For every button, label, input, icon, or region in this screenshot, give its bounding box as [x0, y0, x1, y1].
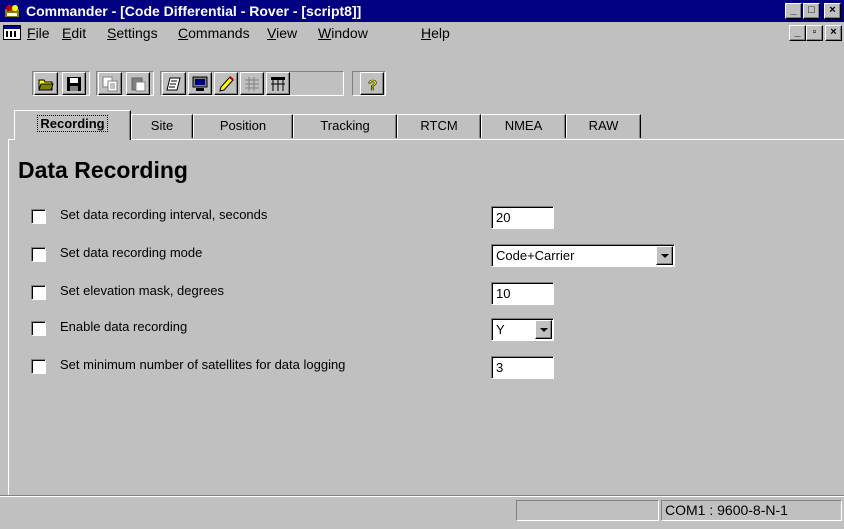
chevron-down-icon[interactable]: [656, 246, 673, 265]
min-satellites-field[interactable]: 3: [491, 356, 554, 379]
open-folder-icon[interactable]: [34, 72, 58, 95]
monitor-icon[interactable]: [188, 72, 212, 95]
label-elevation-mask: Set elevation mask, degrees: [60, 283, 225, 298]
enable-recording-value: Y: [496, 322, 505, 337]
checkbox-min-satellites[interactable]: [31, 359, 46, 374]
menu-view[interactable]: View: [267, 25, 297, 41]
elevation-mask-field[interactable]: 10: [491, 282, 554, 305]
menu-help[interactable]: Help: [421, 25, 450, 41]
page-title: Data Recording: [18, 157, 188, 183]
help-question-icon[interactable]: ?: [360, 72, 384, 95]
recording-mode-value: Code+Carrier: [496, 248, 575, 263]
doc-minimize-button[interactable]: _: [789, 25, 806, 41]
status-bar: COM1 : 9600-8-N-1: [0, 497, 844, 529]
grid-icon[interactable]: [240, 72, 264, 95]
tab-nmea[interactable]: NMEA: [481, 114, 566, 138]
checkbox-elevation-mask[interactable]: [31, 285, 46, 300]
menu-commands[interactable]: Commands: [178, 25, 250, 41]
toolbar: ?: [0, 44, 844, 104]
status-connection: COM1 : 9600-8-N-1: [661, 500, 842, 521]
pencil-icon[interactable]: [214, 72, 238, 95]
window-title: Commander - [Code Differential - Rover -…: [26, 3, 362, 19]
checkbox-enable-recording[interactable]: [31, 321, 46, 336]
checkbox-recording-mode[interactable]: [31, 247, 46, 262]
menu-bar: File Edit Settings Commands View Window …: [0, 22, 844, 44]
close-button[interactable]: ×: [824, 3, 841, 19]
label-recording-mode: Set data recording mode: [60, 245, 203, 260]
maximize-button[interactable]: □: [803, 3, 820, 19]
paste-icon[interactable]: [126, 72, 150, 95]
label-enable-recording: Enable data recording: [60, 319, 188, 334]
tab-position[interactable]: Position: [193, 114, 293, 138]
title-bar: Commander - [Code Differential - Rover -…: [0, 0, 844, 22]
checkbox-recording-interval[interactable]: [31, 209, 46, 224]
label-recording-interval: Set data recording interval, seconds: [60, 207, 268, 222]
recording-mode-select[interactable]: Code+Carrier: [491, 244, 675, 267]
tab-tracking[interactable]: Tracking: [293, 114, 397, 138]
status-pane-empty: [516, 500, 659, 521]
copy-icon[interactable]: [98, 72, 122, 95]
save-disk-icon[interactable]: [62, 72, 86, 95]
label-min-satellites: Set minimum number of satellites for dat…: [60, 357, 346, 372]
document-system-menu-icon[interactable]: [3, 25, 21, 40]
tab-recording[interactable]: Recording: [14, 110, 131, 140]
tab-rtcm[interactable]: RTCM: [397, 114, 481, 138]
commander-app-icon[interactable]: [4, 3, 20, 19]
tab-panel: [8, 139, 844, 495]
doc-close-button[interactable]: ×: [825, 25, 842, 41]
svg-text:?: ?: [368, 77, 377, 92]
tab-raw[interactable]: RAW: [566, 114, 641, 138]
recording-interval-field[interactable]: 20: [491, 206, 554, 229]
menu-window[interactable]: Window: [318, 25, 368, 41]
menu-edit[interactable]: Edit: [62, 25, 86, 41]
menu-file[interactable]: File: [27, 25, 50, 41]
doc-restore-button[interactable]: ▫: [806, 25, 823, 41]
tab-site[interactable]: Site: [131, 114, 193, 138]
script-icon[interactable]: [162, 72, 186, 95]
enable-recording-select[interactable]: Y: [491, 318, 554, 341]
minimize-button[interactable]: _: [785, 3, 802, 19]
table-icon[interactable]: [266, 72, 290, 95]
menu-settings[interactable]: Settings: [107, 25, 158, 41]
chevron-down-icon[interactable]: [535, 320, 552, 339]
